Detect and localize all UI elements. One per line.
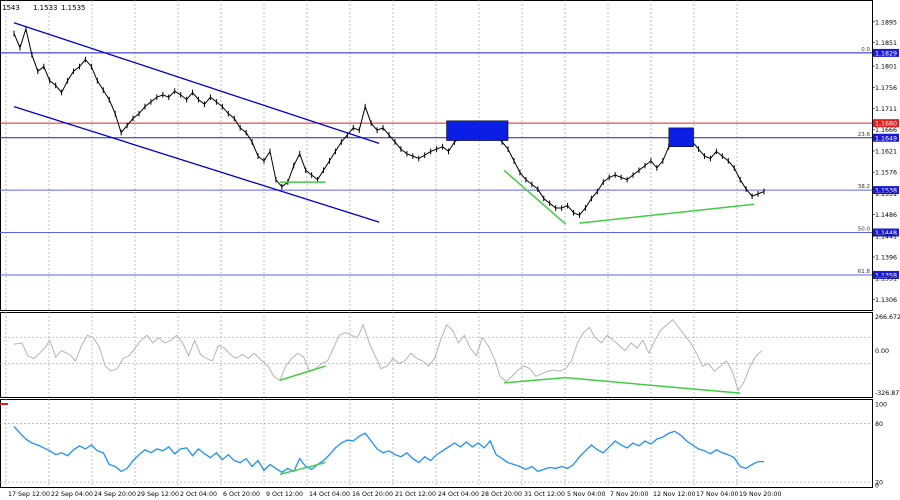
header-low: 1.1533 (33, 4, 58, 12)
rsi-tick-label: 80 (875, 421, 883, 428)
price-tick-label: 1.1576 (875, 170, 897, 177)
price-level-tag-text: 1.1829 (875, 50, 897, 57)
price-tick-label: 1.1351 (875, 276, 897, 283)
cci-tick-label: 266.6723 (875, 314, 900, 321)
x-tick-label: 19 Nov 20:00 (739, 491, 781, 498)
x-tick-label: 21 Oct 12:00 (395, 491, 436, 498)
price-level-tag-text: 1.1649 (875, 135, 897, 142)
highlight-box (446, 120, 509, 141)
x-tick-label: 7 Nov 20:00 (610, 491, 648, 498)
cci-tick-label: -326.8772 (875, 390, 900, 397)
price-tick-label: 1.1441 (875, 233, 897, 240)
price-tick-label: 1.1711 (875, 106, 897, 113)
fib-level-label: 38.2 (858, 184, 870, 190)
price-tick-label: 1.1306 (875, 297, 897, 304)
x-tick-label: 29 Sep 12:00 (137, 491, 179, 498)
price-tick-label: 1.1396 (875, 255, 897, 262)
price-tick-label: 1.1756 (875, 85, 897, 92)
x-tick-label: 31 Oct 12:00 (524, 491, 565, 498)
fib-level-label: 23.6 (858, 132, 871, 138)
fib-level-label: 50.0 (858, 227, 871, 233)
x-tick-label: 28 Oct 20:00 (481, 491, 522, 498)
price-tick-label: 1.1621 (875, 148, 897, 155)
price-tick-label: 1.1531 (875, 191, 897, 198)
fib-level-label: 0.0 (861, 47, 870, 53)
price-tick-label: 1.1666 (875, 127, 897, 134)
chart-root: 0.01.18291.168023.61.164938.21.153850.01… (0, 0, 900, 500)
x-tick-label: 24 Oct 04:00 (438, 491, 479, 498)
x-tick-label: 17 Sep 12:00 (8, 491, 50, 498)
x-tick-label: 22 Sep 04:00 (51, 491, 93, 498)
x-tick-label: 24 Sep 20:00 (94, 491, 136, 498)
header-close: 1.1535 (61, 4, 86, 12)
fib-level-label: 61.8 (858, 269, 871, 275)
header-prefix: 1543 (2, 4, 20, 12)
x-tick-label: 5 Nov 04:00 (567, 491, 605, 498)
rsi-tick-label: 0 (875, 483, 879, 490)
cci-tick-label: 0.00 (875, 348, 889, 355)
x-tick-label: 17 Nov 04:00 (696, 491, 738, 498)
x-tick-label: 9 Oct 12:00 (266, 491, 303, 498)
x-tick-label: 2 Oct 04:00 (180, 491, 217, 498)
indicator-marker (0, 403, 8, 405)
price-tick-label: 1.1895 (875, 19, 897, 26)
x-tick-label: 16 Oct 20:00 (352, 491, 393, 498)
x-tick-label: 6 Oct 20:00 (223, 491, 260, 498)
x-tick-label: 12 Nov 12:00 (653, 491, 695, 498)
price-tick-label: 1.1851 (875, 40, 897, 47)
highlight-box (668, 127, 694, 147)
rsi-tick-label: 100 (875, 401, 887, 408)
price-tick-label: 1.1486 (875, 212, 897, 219)
x-tick-label: 14 Oct 04:00 (309, 491, 350, 498)
price-tick-label: 1.1801 (875, 64, 897, 71)
